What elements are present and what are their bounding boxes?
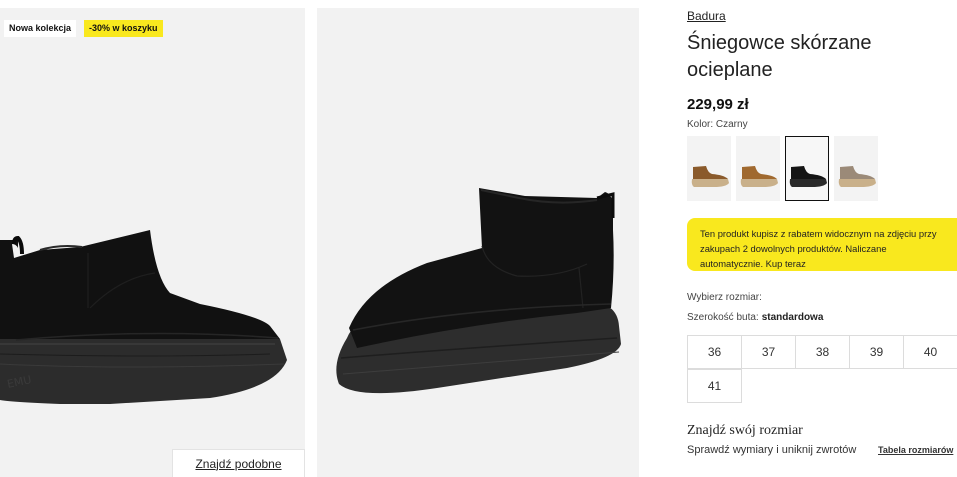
size-option[interactable]: 38 (795, 335, 850, 369)
shoe-width-value: standardowa (761, 312, 824, 323)
swatch-boot-thumbnail (691, 166, 729, 187)
promo-banner[interactable]: Ten produkt kupisz z rabatem widocznym n… (687, 218, 957, 271)
swatch-boot-thumbnail (838, 166, 876, 187)
product-price: 229,99 zł (687, 96, 749, 113)
product-image-angle[interactable] (317, 8, 639, 477)
size-option[interactable]: 41 (687, 369, 742, 403)
color-label: Kolor: Czarny (687, 119, 748, 130)
discount-badge: -30% w koszyku (84, 20, 163, 37)
swatch-boot-thumbnail (740, 166, 778, 187)
color-swatches (687, 136, 878, 201)
shoe-width-label-text: Szerokość buta: (687, 312, 759, 323)
new-collection-badge: Nowa kolekcja (4, 20, 77, 37)
color-swatch[interactable] (785, 136, 829, 201)
find-similar-button[interactable]: Znajdź podobne (172, 449, 305, 477)
shoe-width-label: Szerokość buta: standardowa (687, 312, 823, 323)
find-your-size-heading: Znajdź swój rozmiar (687, 423, 803, 438)
boot-angle-image (336, 188, 621, 394)
choose-size-label: Wybierz rozmiar: (687, 292, 762, 303)
measure-subtext: Sprawdź wymiary i uniknij zwrotów (687, 444, 857, 456)
brand-link[interactable]: Badura (687, 9, 726, 23)
size-table-link[interactable]: Tabela rozmiarów (878, 445, 953, 455)
boot-side-image: EMU (0, 230, 287, 404)
size-option[interactable]: 37 (741, 335, 796, 369)
size-option[interactable]: 40 (903, 335, 957, 369)
color-swatch[interactable] (736, 136, 780, 201)
size-option[interactable]: 36 (687, 335, 742, 369)
color-swatch[interactable] (834, 136, 878, 201)
product-title: Śniegowce skórzane ocieplane (687, 32, 872, 81)
color-swatch[interactable] (687, 136, 731, 201)
size-option[interactable]: 39 (849, 335, 904, 369)
swatch-boot-thumbnail (789, 166, 827, 187)
product-image-side[interactable]: EMU Nowa kolekcja -30% w koszyku Znajdź … (0, 8, 305, 477)
